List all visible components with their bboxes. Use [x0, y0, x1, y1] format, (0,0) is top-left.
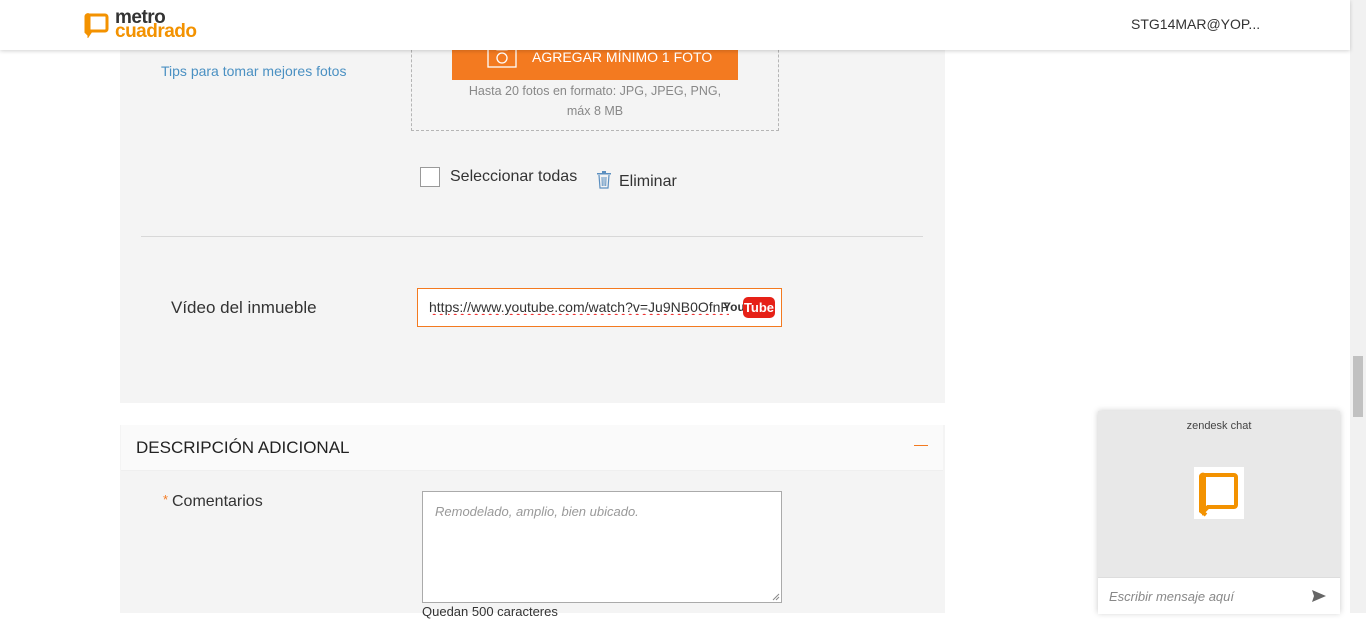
- chat-title: zendesk chat: [1098, 420, 1340, 432]
- comments-placeholder: Remodelado, amplio, bien ubicado.: [435, 504, 639, 519]
- metrocuadrado-logo[interactable]: metro cuadrado: [83, 9, 213, 43]
- top-header: metro cuadrado STG14MAR@YOP...: [0, 0, 1350, 50]
- delete-photos-button[interactable]: Eliminar: [619, 173, 677, 191]
- chat-bubble-icon: [1194, 467, 1244, 519]
- video-label: Vídeo del inmueble: [171, 298, 317, 318]
- comments-textarea[interactable]: Remodelado, amplio, bien ubicado.: [422, 491, 782, 603]
- chat-message-input[interactable]: Escribir mensaje aquí: [1098, 577, 1340, 614]
- youtube-logo-tube: Tube: [743, 297, 775, 318]
- select-all-label: Seleccionar todas: [450, 168, 577, 186]
- section-divider: [141, 236, 923, 237]
- photo-tips-link[interactable]: Tips para tomar mejores fotos: [161, 63, 346, 79]
- required-asterisk: *: [163, 492, 168, 507]
- select-all-checkbox[interactable]: [420, 167, 440, 187]
- zendesk-chat-widget: zendesk chat Escribir mensaje aquí: [1098, 411, 1340, 613]
- trash-icon[interactable]: [597, 171, 611, 189]
- remaining-characters: Quedan 500 caracteres: [422, 604, 558, 619]
- page-scrollbar[interactable]: [1350, 0, 1366, 613]
- logo-chat-icon: [83, 12, 109, 38]
- chat-placeholder: Escribir mensaje aquí: [1109, 589, 1234, 604]
- logo-text-cuadrado: cuadrado: [115, 22, 197, 41]
- resize-grip-icon[interactable]: [772, 593, 780, 601]
- additional-description-header[interactable]: DESCRIPCIÓN ADICIONAL: [121, 425, 943, 471]
- youtube-logo-icon: You Tube: [723, 297, 775, 319]
- chat-logo[interactable]: [1194, 467, 1244, 519]
- photo-format-hint: Hasta 20 fotos en formato: JPG, JPEG, PN…: [460, 81, 730, 121]
- youtube-logo-you: You: [723, 300, 745, 314]
- video-url-value: https://www.youtube.com/watch?v=Ju9NB0Of…: [429, 299, 729, 315]
- scrollbar-thumb[interactable]: [1353, 356, 1363, 417]
- collapse-minus-icon[interactable]: [914, 445, 928, 446]
- additional-description-title: DESCRIPCIÓN ADICIONAL: [136, 438, 350, 458]
- video-url-input[interactable]: https://www.youtube.com/watch?v=Ju9NB0Of…: [417, 288, 782, 327]
- user-account-menu[interactable]: STG14MAR@YOP...: [1131, 16, 1260, 32]
- add-photo-label: AGREGAR MÍNIMO 1 FOTO: [532, 49, 712, 65]
- send-icon[interactable]: [1311, 588, 1327, 604]
- comments-label: Comentarios: [172, 493, 263, 511]
